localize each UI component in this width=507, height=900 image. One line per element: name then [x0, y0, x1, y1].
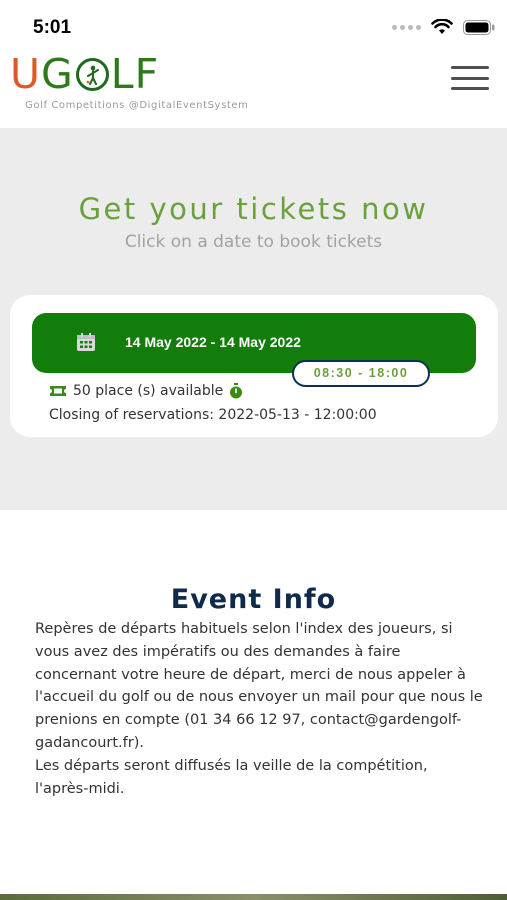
- tickets-section: Get your tickets now Click on a date to …: [0, 128, 507, 510]
- tagline: Golf Competitions @DigitalEventSystem: [25, 100, 249, 111]
- wifi-icon: [431, 19, 453, 34]
- signal-icon: [392, 24, 421, 30]
- date-range: 14 May 2022 - 14 May 2022: [125, 334, 301, 350]
- app-header: U G LF Golf Competitions @DigitalEventSyst…: [0, 48, 507, 128]
- logo-letter-u: U: [10, 50, 42, 98]
- footer-image-edge: [0, 894, 507, 900]
- calendar-icon: [77, 333, 95, 351]
- closing-date: Closing of reservations: 2022-05-13 - 12…: [49, 407, 377, 423]
- places-available: 50 place (s) available: [49, 383, 243, 399]
- status-icons: [392, 19, 495, 35]
- logo-letters-rest: LF: [110, 50, 160, 98]
- event-info-paragraph: Les départs seront diffusés la veille de…: [35, 757, 428, 797]
- golfer-icon: [75, 57, 109, 91]
- status-time: 5:01: [33, 17, 72, 38]
- event-info-body: Repères de départs habituels selon l'ind…: [35, 618, 485, 800]
- ticket-icon: [50, 386, 66, 396]
- stopwatch-icon: [230, 383, 243, 399]
- hero-subtitle: Click on a date to book tickets: [124, 232, 383, 252]
- ticket-card: 14 May 2022 - 14 May 2022 08:30 - 18:00 …: [10, 295, 498, 437]
- time-range-badge: 08:30 - 18:00: [292, 360, 430, 387]
- logo-letter-g: G: [41, 50, 74, 98]
- status-bar: 5:01: [0, 0, 507, 48]
- places-text: 50 place (s) available: [73, 383, 224, 399]
- ugolf-logo[interactable]: U G LF: [10, 50, 160, 98]
- menu-icon[interactable]: [451, 66, 489, 90]
- event-info-paragraph: Repères de départs habituels selon l'ind…: [35, 621, 483, 751]
- battery-icon: [463, 19, 495, 35]
- event-info-title: Event Info: [170, 584, 337, 615]
- hero-title: Get your tickets now: [78, 192, 429, 226]
